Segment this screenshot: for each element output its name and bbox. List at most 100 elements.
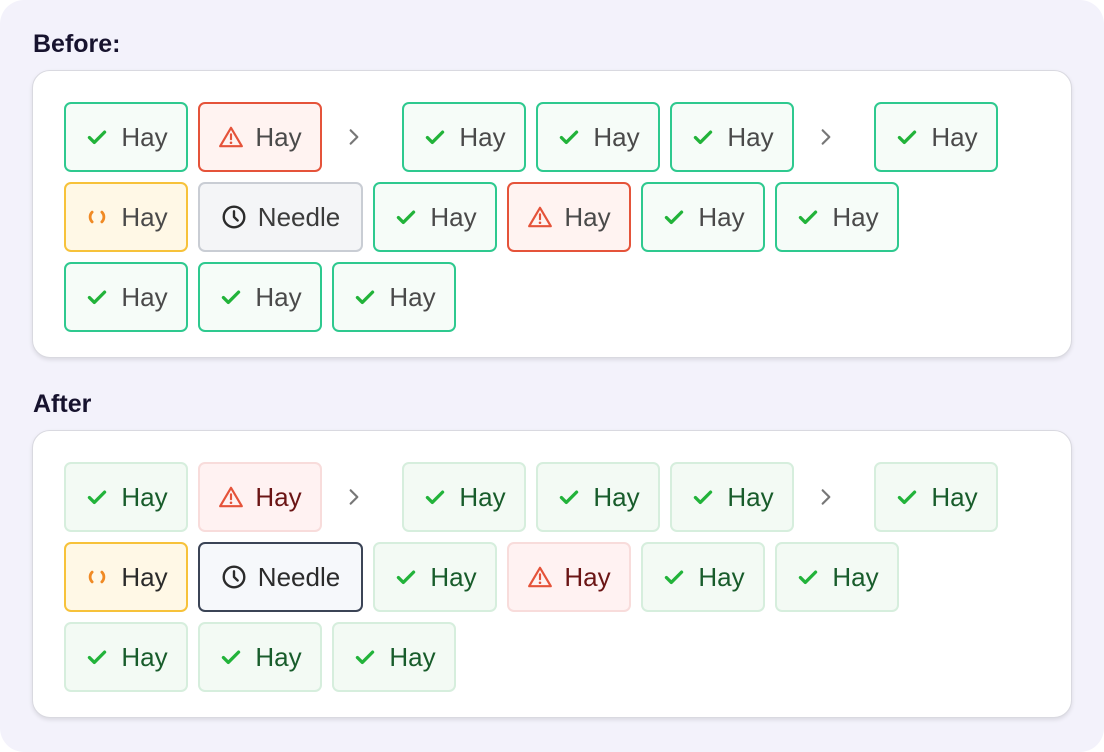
check-icon [556,124,582,150]
check-icon [894,124,920,150]
chip-label: Hay [255,641,302,672]
clock-icon [221,564,247,590]
chip-label: Hay [459,481,506,512]
check-icon [84,484,110,510]
chip-label: Hay [459,121,506,152]
hay-chip-hay[interactable]: Hay [670,102,794,172]
warning-icon [527,564,553,590]
spinner-icon [84,204,110,230]
check-icon [218,644,244,670]
chip-label: Hay [255,281,302,312]
check-icon [393,204,419,230]
hay-chip-hay[interactable]: Hay [641,542,765,612]
chip-label: Hay [389,281,436,312]
chip-label: Hay [593,481,640,512]
chip-label: Hay [430,201,477,232]
check-icon [84,124,110,150]
clock-icon [221,204,247,230]
chip-label: Hay [727,121,774,152]
chip-label: Hay [564,561,611,592]
hay-chip-wait[interactable]: Hay [64,182,188,252]
chip-label: Hay [727,481,774,512]
hay-chip-hay[interactable]: Hay [198,262,322,332]
warning-icon [218,484,244,510]
chip-label: Hay [121,561,168,592]
chip-label: Hay [832,561,879,592]
check-icon [393,564,419,590]
check-icon [661,204,687,230]
hay-chip-hay[interactable]: Hay [64,622,188,692]
spinner-icon [84,564,110,590]
chevron-right-icon [816,127,836,147]
hay-chip-hay[interactable]: Hay [373,542,497,612]
after-panel: Hay Hay Hay Hay Hay Hay Hay Needle Hay Hay Hay Hay… [32,430,1072,718]
hay-chip-hay[interactable]: Hay [641,182,765,252]
hay-chip-hay[interactable]: Hay [775,542,899,612]
hay-chip-warn[interactable]: Hay [198,102,322,172]
hay-chip-hay[interactable]: Hay [332,262,456,332]
hay-chip-hay[interactable]: Hay [536,462,660,532]
check-icon [218,284,244,310]
check-icon [894,484,920,510]
chip-label: Needle [257,561,341,592]
chevron-right-icon [344,127,364,147]
chip-label: Hay [931,121,978,152]
hay-chip-hay[interactable]: Hay [874,462,998,532]
chip-label: Hay [121,641,168,672]
check-icon [422,124,448,150]
chip-label: Hay [121,481,168,512]
check-icon [352,284,378,310]
check-icon [556,484,582,510]
hay-chip-warn[interactable]: Hay [507,182,631,252]
chevron-right-icon [344,487,364,507]
chip-label: Hay [430,561,477,592]
separator-chevron [806,102,846,172]
check-icon [84,284,110,310]
hay-chip-hay[interactable]: Hay [874,102,998,172]
before-title: Before: [33,30,121,58]
separator-chevron [334,102,374,172]
warning-icon [527,204,553,230]
check-icon [795,564,821,590]
hay-chip-wait[interactable]: Hay [64,542,188,612]
separator-chevron [806,462,846,532]
hay-chip-warn[interactable]: Hay [198,462,322,532]
comparison-canvas: Before: Hay Hay Hay Hay Hay Hay Hay Needle Hay H… [0,0,1104,752]
hay-chip-hay[interactable]: Hay [64,102,188,172]
hay-chip-hay[interactable]: Hay [402,462,526,532]
hay-chip-hay[interactable]: Hay [198,622,322,692]
check-icon [352,644,378,670]
after-title: After [33,390,92,418]
hay-chip-warn[interactable]: Hay [507,542,631,612]
hay-chip-hay[interactable]: Hay [64,462,188,532]
chip-label: Hay [121,121,168,152]
chip-label: Hay [389,641,436,672]
hay-chip-hay[interactable]: Hay [402,102,526,172]
chip-label: Hay [121,201,168,232]
chip-label: Hay [255,121,302,152]
hay-chip-hay[interactable]: Hay [373,182,497,252]
needle-chip[interactable]: Needle [198,542,363,612]
chip-label: Hay [593,121,640,152]
hay-chip-hay[interactable]: Hay [536,102,660,172]
chip-label: Hay [931,481,978,512]
chevron-right-icon [816,487,836,507]
warning-icon [218,124,244,150]
chip-label: Hay [698,561,745,592]
before-panel: Hay Hay Hay Hay Hay Hay Hay Needle Hay Hay Hay Hay… [32,70,1072,358]
chip-label: Hay [832,201,879,232]
separator-chevron [334,462,374,532]
chip-label: Hay [698,201,745,232]
chip-label: Needle [257,201,341,232]
hay-chip-hay[interactable]: Hay [64,262,188,332]
check-icon [422,484,448,510]
check-icon [795,204,821,230]
check-icon [661,564,687,590]
hay-chip-hay[interactable]: Hay [332,622,456,692]
needle-chip[interactable]: Needle [198,182,363,252]
hay-chip-hay[interactable]: Hay [775,182,899,252]
check-icon [690,484,716,510]
hay-chip-hay[interactable]: Hay [670,462,794,532]
chip-label: Hay [255,481,302,512]
chip-label: Hay [564,201,611,232]
